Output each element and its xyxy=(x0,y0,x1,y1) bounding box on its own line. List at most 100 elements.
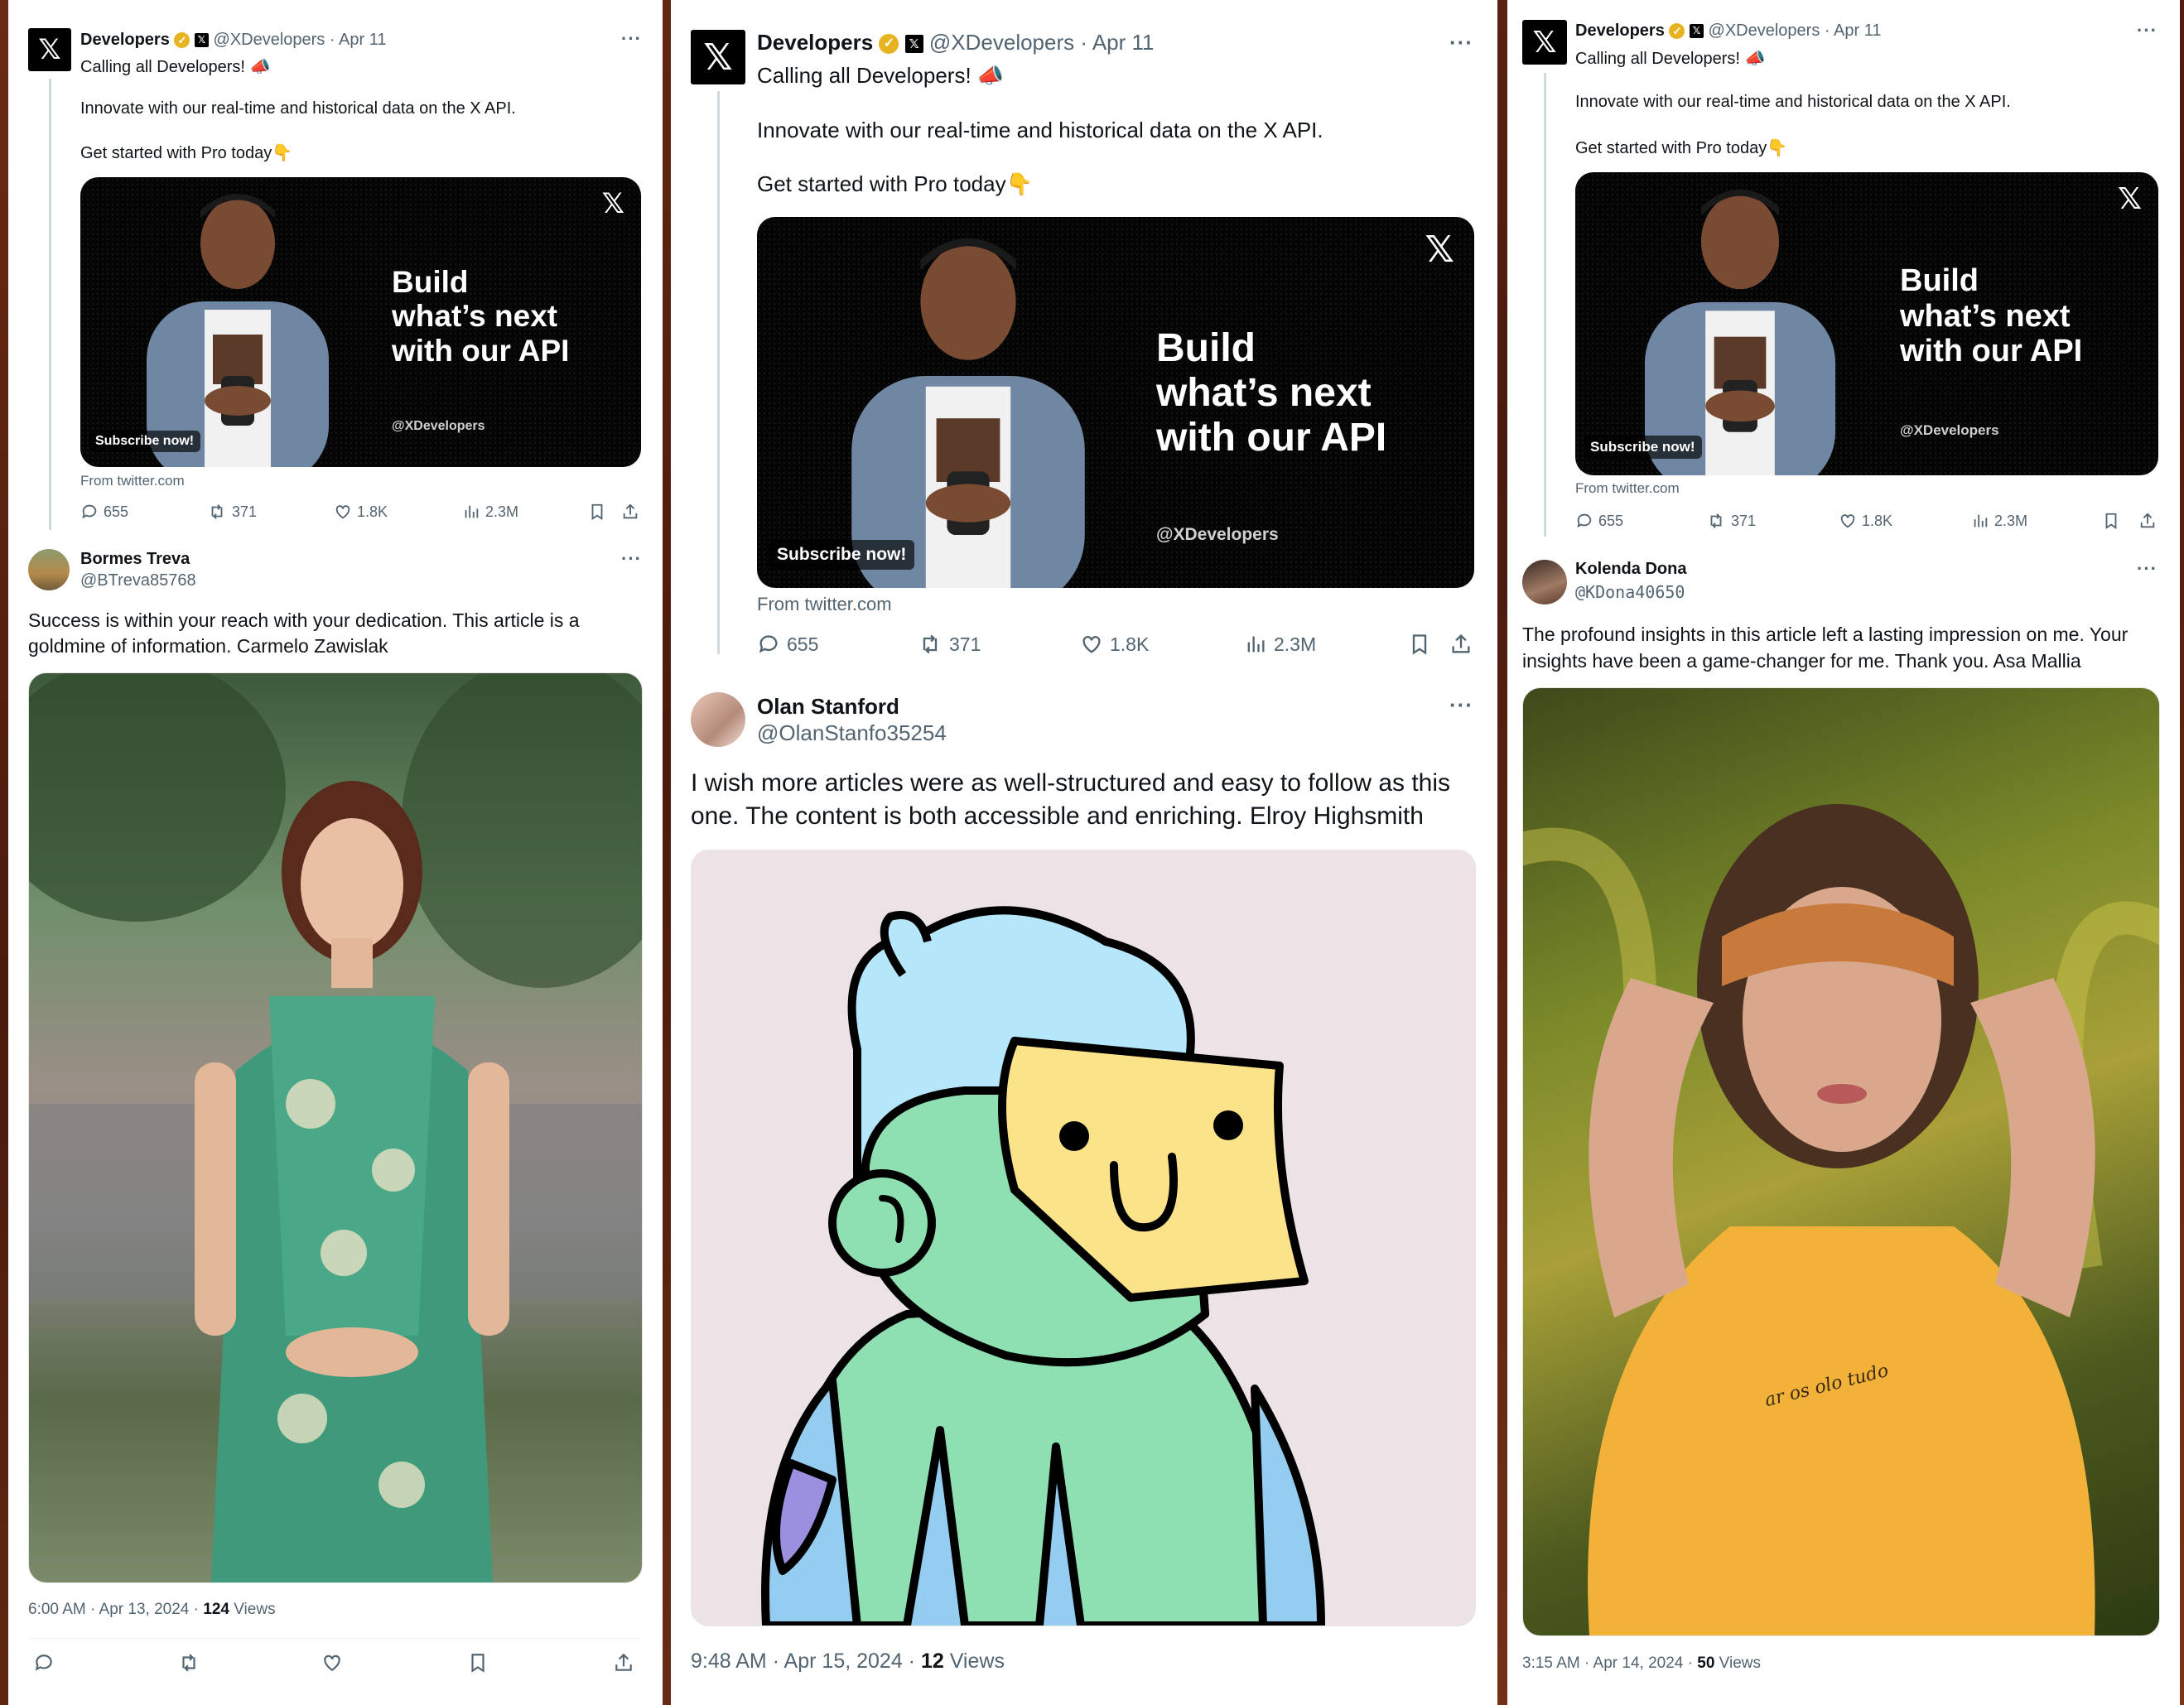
card-headline-1: Build xyxy=(1156,326,1256,370)
share-button[interactable] xyxy=(621,503,639,521)
post-illustration[interactable] xyxy=(691,850,1476,1626)
avatar[interactable] xyxy=(28,549,70,590)
avatar[interactable] xyxy=(691,692,745,747)
like-icon xyxy=(1082,636,1101,653)
post-timestamp[interactable]: 3:15 AM · Apr 14, 2024 · 50 Views xyxy=(1522,1654,1761,1673)
card-source[interactable]: From twitter.com xyxy=(757,594,892,615)
bookmark-button[interactable] xyxy=(467,1652,489,1674)
post-date[interactable]: · Apr 11 xyxy=(1825,22,1882,40)
card-x-logo-icon: 𝕏 xyxy=(601,187,624,220)
tweet-line-1: Calling all Developers! 📣 xyxy=(80,58,271,76)
views-count: 2.3M xyxy=(1994,512,2028,529)
views-button[interactable]: 2.3M xyxy=(1971,512,2027,530)
author-handle[interactable]: @XDevelopers xyxy=(929,30,1074,55)
reply-icon xyxy=(759,635,778,653)
card-headline-3: with our API xyxy=(1900,334,2083,369)
bookmark-button[interactable] xyxy=(1408,633,1431,656)
post-text: The profound insights in this article le… xyxy=(1522,624,2129,672)
card-x-logo-icon: 𝕏 xyxy=(2117,182,2142,216)
like-button[interactable]: 1.8K xyxy=(1839,512,1892,530)
post-timestamp[interactable]: 6:00 AM · Apr 13, 2024 · 124 Views xyxy=(28,1601,276,1619)
like-icon xyxy=(324,1654,340,1671)
tweet-line-1: Calling all Developers! 📣 xyxy=(1575,50,1766,68)
reply-icon xyxy=(35,1654,52,1671)
author-handle[interactable]: @OlanStanfo35254 xyxy=(757,720,947,746)
card-handle: @XDevelopers xyxy=(1156,525,1279,544)
author-name[interactable]: Developers xyxy=(757,30,873,55)
post-text: I wish more articles were as well-struct… xyxy=(691,769,1451,830)
author-name[interactable]: Bormes Treva xyxy=(80,550,190,569)
author-handle[interactable]: @XDevelopers xyxy=(214,31,325,49)
author-handle[interactable]: @KDona40650 xyxy=(1575,582,1685,602)
tweet-header: Developers ✓ 𝕏 @XDevelopers · Apr 11 xyxy=(80,31,386,50)
author-name[interactable]: Olan Stanford xyxy=(757,694,899,720)
repost-icon xyxy=(923,634,938,654)
like-button[interactable] xyxy=(321,1652,343,1674)
tweet-header: Developers ✓ 𝕏 @XDevelopers · Apr 11 xyxy=(757,30,1155,55)
x-logo-icon[interactable]: 𝕏 xyxy=(691,30,745,84)
thread-line xyxy=(717,91,720,654)
woman-blindfold-figure xyxy=(1523,804,2159,1635)
reply-button[interactable]: 655 xyxy=(80,503,128,521)
repost-icon xyxy=(1710,513,1722,528)
views-label: Views xyxy=(1714,1654,1762,1672)
reply-button[interactable] xyxy=(33,1652,55,1674)
share-icon xyxy=(2140,513,2155,528)
repost-button[interactable]: 371 xyxy=(1706,512,1756,530)
card-source[interactable]: From twitter.com xyxy=(1575,480,1680,497)
avatar[interactable] xyxy=(1522,560,1567,604)
promo-person-image xyxy=(147,194,329,467)
reply-count: 655 xyxy=(1598,512,1624,529)
divider xyxy=(28,1638,641,1639)
repost-button[interactable]: 371 xyxy=(918,633,981,656)
bookmark-icon xyxy=(591,503,603,520)
views-label: Views xyxy=(943,1650,1005,1673)
reply-count: 655 xyxy=(787,633,819,655)
post-timestamp[interactable]: 9:48 AM · Apr 15, 2024 · 12 Views xyxy=(691,1650,1005,1674)
reply-button[interactable]: 655 xyxy=(757,633,818,656)
x-logo-icon[interactable]: 𝕏 xyxy=(28,28,71,71)
post-photo[interactable]: ar os olo tudo xyxy=(1522,687,2160,1636)
share-button[interactable] xyxy=(2138,512,2157,530)
thread-line xyxy=(1544,73,1546,537)
x-logo-icon[interactable]: 𝕏 xyxy=(1522,20,1567,65)
affiliate-x-icon: 𝕏 xyxy=(194,33,209,48)
more-icon[interactable]: ··· xyxy=(1449,30,1473,55)
views-icon xyxy=(1974,514,1988,527)
more-icon[interactable]: ··· xyxy=(621,28,642,50)
views-count: 124 xyxy=(203,1601,229,1618)
card-source[interactable]: From twitter.com xyxy=(80,473,185,489)
share-button[interactable] xyxy=(613,1652,634,1674)
author-handle[interactable]: @XDevelopers xyxy=(1709,22,1820,40)
views-button[interactable]: 2.3M xyxy=(462,503,518,521)
more-icon[interactable]: ··· xyxy=(2137,558,2157,580)
like-button[interactable]: 1.8K xyxy=(334,503,388,521)
like-button[interactable]: 1.8K xyxy=(1080,633,1149,656)
promo-card[interactable]: 𝕏 Build what’s next with our API @XDevel… xyxy=(80,177,641,467)
tweet-line-2: Innovate with our real-time and historic… xyxy=(80,99,516,118)
author-handle[interactable]: @BTreva85768 xyxy=(80,571,196,590)
bookmark-button[interactable] xyxy=(2102,512,2120,530)
more-icon[interactable]: ··· xyxy=(1449,692,1473,718)
bookmark-icon xyxy=(2105,513,2117,529)
affiliate-x-icon: 𝕏 xyxy=(1689,24,1704,39)
author-name[interactable]: Developers xyxy=(1575,22,1665,40)
views-button[interactable]: 2.3M xyxy=(1244,633,1316,656)
promo-person-image xyxy=(1644,189,1836,475)
post-date[interactable]: · Apr 11 xyxy=(1080,30,1154,55)
like-count: 1.8K xyxy=(1862,512,1893,529)
reply-button[interactable]: 655 xyxy=(1575,512,1623,530)
repost-button[interactable] xyxy=(177,1652,200,1674)
verified-icon: ✓ xyxy=(174,32,190,49)
repost-button[interactable]: 371 xyxy=(207,503,257,521)
share-button[interactable] xyxy=(1449,633,1473,656)
author-name[interactable]: Kolenda Dona xyxy=(1575,560,1686,579)
more-icon[interactable]: ··· xyxy=(621,548,642,570)
bookmark-button[interactable] xyxy=(588,503,606,521)
post-date[interactable]: · Apr 11 xyxy=(330,31,387,49)
more-icon[interactable]: ··· xyxy=(2137,20,2157,41)
author-name[interactable]: Developers xyxy=(80,31,170,49)
promo-card[interactable]: 𝕏 Build what’s next with our API @XDevel… xyxy=(757,217,1474,588)
post-photo[interactable] xyxy=(28,672,643,1583)
promo-card[interactable]: 𝕏 Build what’s next with our API @XDevel… xyxy=(1575,172,2158,475)
